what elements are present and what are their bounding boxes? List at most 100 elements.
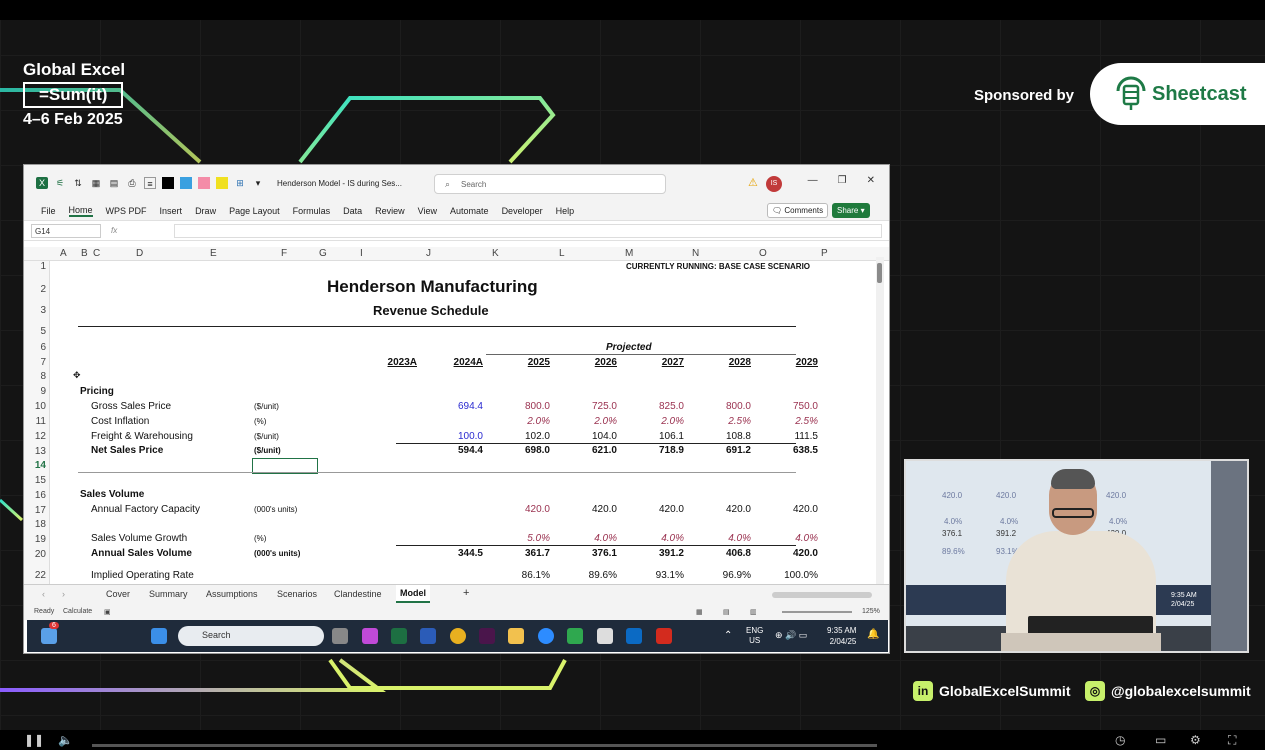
copilot-icon[interactable] bbox=[362, 628, 378, 644]
cell-value[interactable]: 4.0% bbox=[697, 533, 751, 544]
borders-icon[interactable]: ▦ bbox=[90, 177, 102, 189]
pink-fill-icon[interactable] bbox=[198, 177, 210, 189]
cell-value[interactable]: 4.0% bbox=[764, 533, 818, 544]
col-header[interactable]: A bbox=[60, 248, 67, 259]
green-app-icon[interactable] bbox=[567, 628, 583, 644]
taskbar-search[interactable]: Search bbox=[178, 626, 324, 646]
col-header[interactable]: L bbox=[559, 248, 565, 259]
row-header[interactable]: 20 bbox=[24, 549, 46, 560]
menu-view[interactable]: View bbox=[418, 206, 437, 216]
status-calculate[interactable]: Calculate bbox=[63, 608, 92, 615]
miniplayer-icon[interactable]: ▭ bbox=[1155, 733, 1166, 747]
menu-home[interactable]: Home bbox=[68, 205, 93, 217]
cell-value[interactable]: 825.0 bbox=[630, 401, 684, 412]
cell-value[interactable]: 106.1 bbox=[630, 431, 684, 442]
tab-model[interactable]: Model bbox=[396, 585, 430, 603]
tab-summary[interactable]: Summary bbox=[149, 589, 188, 599]
slack-icon[interactable] bbox=[479, 628, 495, 644]
menu-wps-pdf[interactable]: WPS PDF bbox=[106, 206, 147, 216]
page-break-view-icon[interactable]: ▥ bbox=[750, 608, 757, 616]
cell-value[interactable]: 691.2 bbox=[697, 445, 751, 456]
word-taskbar-icon[interactable] bbox=[420, 628, 436, 644]
add-sheet-icon[interactable]: + bbox=[463, 587, 469, 599]
tab-scenarios[interactable]: Scenarios bbox=[277, 589, 317, 599]
vertical-scrollbar[interactable] bbox=[876, 257, 884, 584]
cell-value[interactable]: 376.1 bbox=[563, 548, 617, 559]
col-header[interactable]: I bbox=[360, 248, 363, 259]
yellow-fill-icon[interactable] bbox=[216, 177, 228, 189]
minimize-icon[interactable]: — bbox=[808, 175, 818, 186]
avatar[interactable]: IS bbox=[766, 176, 782, 192]
row-header[interactable]: 11 bbox=[24, 416, 46, 427]
row-header[interactable]: 2 bbox=[24, 284, 46, 295]
col-header[interactable]: N bbox=[692, 248, 699, 259]
cell-value[interactable]: 694.4 bbox=[429, 401, 483, 412]
cell-value[interactable]: 4.0% bbox=[630, 533, 684, 544]
cell-value[interactable]: 2.0% bbox=[630, 416, 684, 427]
col-header[interactable]: D bbox=[136, 248, 143, 259]
cell-value[interactable]: 2.0% bbox=[563, 416, 617, 427]
weather-icon[interactable] bbox=[41, 628, 57, 644]
cell-value[interactable]: 4.0% bbox=[563, 533, 617, 544]
print-preview-icon[interactable]: ⎙ bbox=[126, 177, 138, 189]
menu-review[interactable]: Review bbox=[375, 206, 405, 216]
col-header[interactable]: F bbox=[281, 248, 287, 259]
cell-value[interactable]: 800.0 bbox=[496, 401, 550, 412]
col-header[interactable]: B bbox=[81, 248, 88, 259]
close-icon[interactable]: ✕ bbox=[867, 175, 875, 186]
tab-scroll-right-icon[interactable]: › bbox=[62, 589, 65, 599]
row-header[interactable]: 12 bbox=[24, 431, 46, 442]
share-button[interactable]: Share ▾ bbox=[832, 203, 870, 218]
col-header[interactable]: P bbox=[821, 248, 828, 259]
row-header[interactable]: 16 bbox=[24, 490, 46, 501]
task-view-icon[interactable] bbox=[332, 628, 348, 644]
cell-value[interactable]: 104.0 bbox=[563, 431, 617, 442]
cell-value[interactable]: 2.5% bbox=[764, 416, 818, 427]
cell-value[interactable]: 361.7 bbox=[496, 548, 550, 559]
cell-value[interactable]: 100.0 bbox=[429, 431, 483, 442]
row-header[interactable]: 13 bbox=[24, 446, 46, 457]
cell-value[interactable]: 638.5 bbox=[764, 445, 818, 456]
col-header[interactable]: J bbox=[426, 248, 431, 259]
col-header[interactable]: M bbox=[625, 248, 633, 259]
col-header[interactable]: C bbox=[93, 248, 100, 259]
menu-page-layout[interactable]: Page Layout bbox=[229, 206, 280, 216]
menu-draw[interactable]: Draw bbox=[195, 206, 216, 216]
zoom-level[interactable]: 125% bbox=[862, 608, 880, 615]
page-layout-view-icon[interactable]: ▤ bbox=[723, 608, 730, 616]
fullscreen-icon[interactable]: ⛶ bbox=[1228, 733, 1236, 748]
linkedin-handle[interactable]: in GlobalExcelSummit bbox=[913, 681, 1070, 701]
menu-data[interactable]: Data bbox=[343, 206, 362, 216]
row-header[interactable]: 9 bbox=[24, 386, 46, 397]
cell-value[interactable]: 2.0% bbox=[496, 416, 550, 427]
search-box[interactable]: ⌕ Search bbox=[434, 174, 666, 194]
cell-value[interactable]: 594.4 bbox=[429, 445, 483, 456]
cell-value[interactable]: 420.0 bbox=[630, 504, 684, 515]
col-header[interactable]: K bbox=[492, 248, 499, 259]
row-header[interactable]: 5 bbox=[24, 326, 46, 337]
notification-icon[interactable]: 🔔 bbox=[867, 629, 879, 640]
row-header[interactable]: 19 bbox=[24, 534, 46, 545]
chevron-up-icon[interactable]: ⌃ bbox=[724, 630, 732, 641]
row-header[interactable]: 6 bbox=[24, 342, 46, 353]
cell-value[interactable]: 698.0 bbox=[496, 445, 550, 456]
volume-icon[interactable]: 🔈 bbox=[58, 733, 73, 747]
cell-value[interactable]: 750.0 bbox=[764, 401, 818, 412]
table-icon[interactable]: ▤ bbox=[108, 177, 120, 189]
row-header[interactable]: 10 bbox=[24, 401, 46, 412]
col-header[interactable]: G bbox=[319, 248, 327, 259]
menu-file[interactable]: File bbox=[41, 206, 56, 216]
speed-icon[interactable]: ◷ bbox=[1115, 733, 1125, 747]
cell-value[interactable]: 725.0 bbox=[563, 401, 617, 412]
row-header[interactable]: 14 bbox=[24, 460, 46, 471]
cell-value[interactable]: 5.0% bbox=[496, 533, 550, 544]
scroll-thumb[interactable] bbox=[877, 263, 882, 283]
menu-insert[interactable]: Insert bbox=[160, 206, 183, 216]
col-header[interactable]: O bbox=[759, 248, 767, 259]
cell-value[interactable]: 420.0 bbox=[764, 548, 818, 559]
zoom-slider[interactable] bbox=[782, 611, 852, 613]
menu-help[interactable]: Help bbox=[556, 206, 575, 216]
cell-value[interactable]: 89.6% bbox=[563, 570, 617, 581]
file-explorer-icon[interactable] bbox=[508, 628, 524, 644]
tab-scroll-left-icon[interactable]: ‹ bbox=[42, 589, 45, 599]
